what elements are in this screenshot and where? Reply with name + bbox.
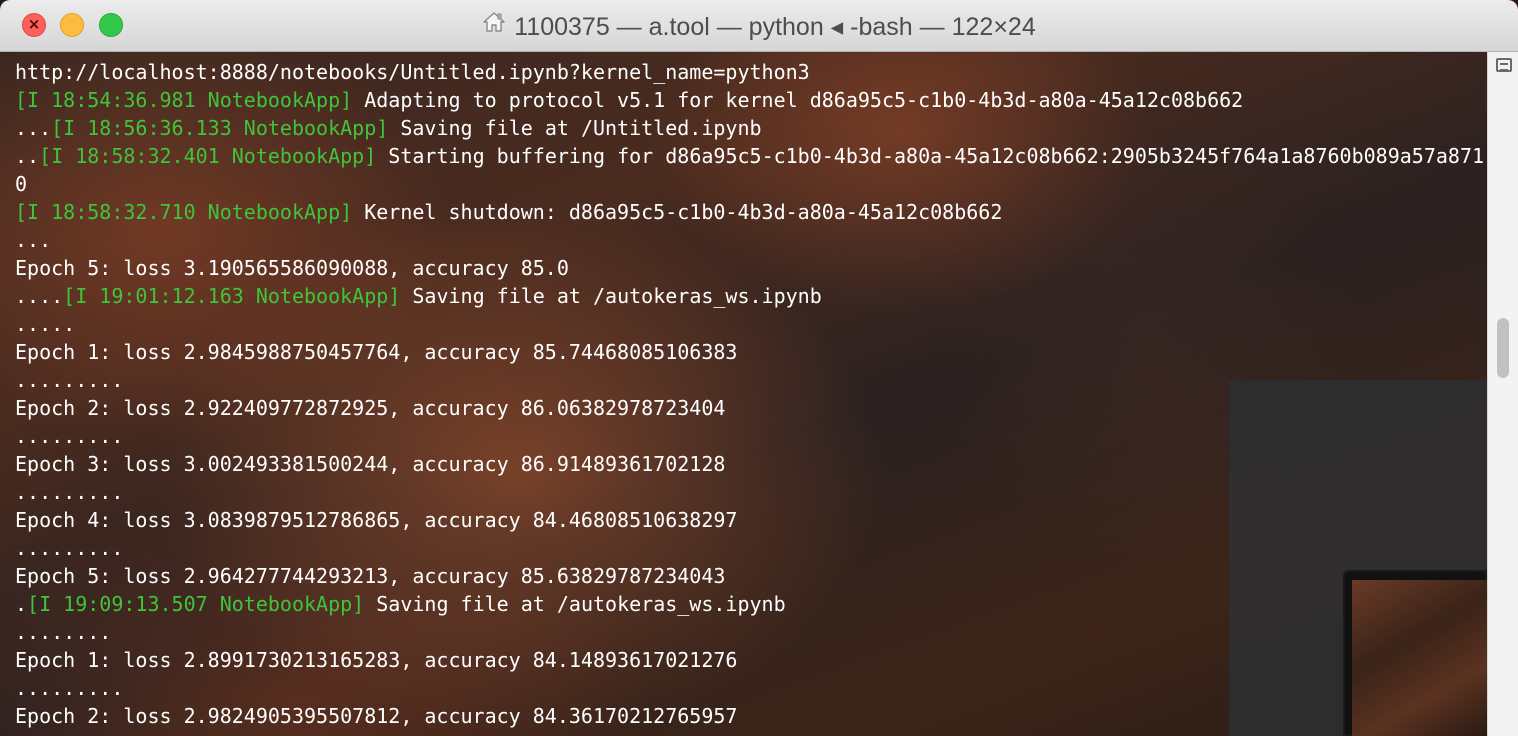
line-text: Saving file at /autokeras_ws.ipynb	[364, 592, 786, 616]
terminal-line: .....	[15, 310, 1485, 338]
line-text: ........	[15, 620, 112, 644]
line-text: Saving file at /autokeras_ws.ipynb	[400, 284, 822, 308]
log-prefix: [I 19:01:12.163 NotebookApp]	[63, 284, 401, 308]
line-text: Starting buffering for d86a95c5-c1b0-4b3…	[376, 144, 1485, 168]
terminal-line: .........	[15, 478, 1485, 506]
line-text: .........	[15, 536, 124, 560]
home-icon	[482, 0, 506, 52]
line-text: ...	[15, 228, 52, 252]
terminal-line: Epoch 2: loss 2.9824905395507812, accura…	[15, 702, 1485, 730]
terminal-line: Epoch 1: loss 2.9845988750457764, accura…	[15, 338, 1485, 366]
terminal-line: .........	[15, 674, 1485, 702]
terminal-line: .[I 19:09:13.507 NotebookApp] Saving fil…	[15, 590, 1485, 618]
line-text: ....	[15, 284, 64, 308]
terminal-line: ....[I 19:01:12.163 NotebookApp] Saving …	[15, 282, 1485, 310]
line-text: .........	[15, 368, 124, 392]
window-title-container: 1100375 — a.tool — python ◂ -bash — 122×…	[0, 0, 1518, 52]
scrollbar[interactable]	[1487, 52, 1518, 736]
line-text: 0	[15, 172, 28, 196]
terminal-line: Epoch 4: loss 3.0839879512786865, accura…	[15, 506, 1485, 534]
terminal-line: .........	[15, 534, 1485, 562]
line-text: .........	[15, 676, 124, 700]
line-text: Kernel shutdown: d86a95c5-c1b0-4b3d-a80a…	[352, 200, 1003, 224]
log-prefix: [I 19:09:13.507 NotebookApp]	[27, 592, 365, 616]
log-prefix: [I 18:58:32.710 NotebookApp]	[15, 200, 353, 224]
terminal-line: Epoch 1: loss 2.8991730213165283, accura…	[15, 646, 1485, 674]
terminal-line: .........	[15, 422, 1485, 450]
scrollbar-thumb[interactable]	[1497, 318, 1509, 378]
terminal-line: ........	[15, 618, 1485, 646]
line-text: .........	[15, 424, 124, 448]
terminal-line: [I 18:58:32.710 NotebookApp] Kernel shut…	[15, 198, 1485, 226]
log-prefix: [I 18:58:32.401 NotebookApp]	[39, 144, 377, 168]
title-bar[interactable]: × 1100375 — a.tool — python ◂ -bash — 12…	[0, 0, 1518, 52]
terminal-line: 0	[15, 170, 1485, 198]
line-text: http://localhost:8888/notebooks/Untitled…	[15, 60, 810, 84]
terminal-line: ...	[15, 226, 1485, 254]
line-text: Adapting to protocol v5.1 for kernel d86…	[352, 88, 1244, 112]
line-text: Epoch 1: loss 2.9845988750457764, accura…	[15, 340, 738, 364]
log-prefix: [I 18:56:36.133 NotebookApp]	[51, 116, 389, 140]
line-text: Epoch 4: loss 3.0839879512786865, accura…	[15, 508, 738, 532]
line-text: Epoch 5: loss 3.190565586090088, accurac…	[15, 256, 569, 280]
line-text: Epoch 2: loss 2.922409772872925, accurac…	[15, 396, 726, 420]
line-text: Saving file at /Untitled.ipynb	[388, 116, 762, 140]
terminal-line: Epoch 5: loss 3.190565586090088, accurac…	[15, 254, 1485, 282]
line-text: .........	[15, 480, 124, 504]
terminal-line: Epoch 5: loss 2.964277744293213, accurac…	[15, 562, 1485, 590]
terminal-line: Epoch 3: loss 3.002493381500244, accurac…	[15, 450, 1485, 478]
line-text: .	[15, 592, 28, 616]
terminal-line: ..[I 18:58:32.401 NotebookApp] Starting …	[15, 142, 1485, 170]
terminal-line: Epoch 2: loss 2.922409772872925, accurac…	[15, 394, 1485, 422]
line-text: Epoch 2: loss 2.9824905395507812, accura…	[15, 704, 738, 728]
line-text: Epoch 1: loss 2.8991730213165283, accura…	[15, 648, 738, 672]
window-title: 1100375 — a.tool — python ◂ -bash — 122×…	[514, 13, 1036, 41]
terminal-line: http://localhost:8888/notebooks/Untitled…	[15, 58, 1485, 86]
terminal-output[interactable]: http://localhost:8888/notebooks/Untitled…	[0, 52, 1487, 736]
terminal-line: ...[I 18:56:36.133 NotebookApp] Saving f…	[15, 114, 1485, 142]
terminal-lines: http://localhost:8888/notebooks/Untitled…	[15, 58, 1485, 730]
line-text: .....	[15, 312, 76, 336]
terminal-line: [I 18:54:36.981 NotebookApp] Adapting to…	[15, 86, 1485, 114]
line-text: Epoch 5: loss 2.964277744293213, accurac…	[15, 564, 726, 588]
terminal-window: × 1100375 — a.tool — python ◂ -bash — 12…	[0, 0, 1518, 736]
split-pane-icon[interactable]	[1496, 58, 1512, 72]
terminal-line: .........	[15, 366, 1485, 394]
log-prefix: [I 18:54:36.981 NotebookApp]	[15, 88, 353, 112]
line-text: Epoch 3: loss 3.002493381500244, accurac…	[15, 452, 726, 476]
line-text: ...	[15, 116, 52, 140]
line-text: ..	[15, 144, 40, 168]
